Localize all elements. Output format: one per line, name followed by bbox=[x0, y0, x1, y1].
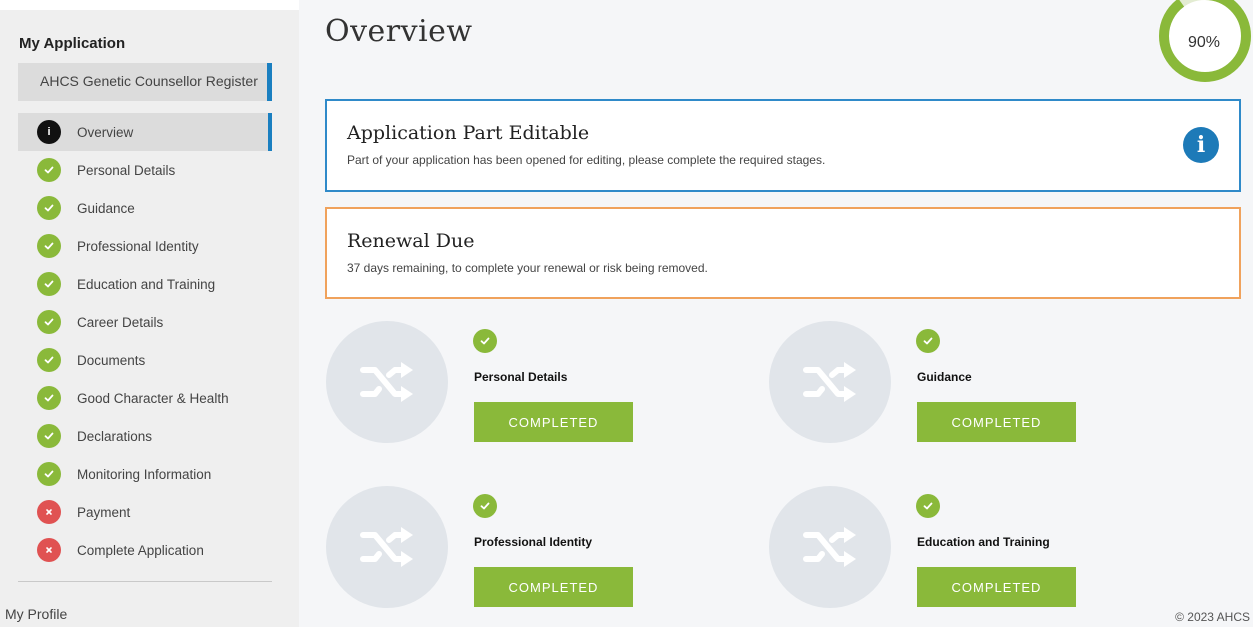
check-icon bbox=[37, 158, 61, 182]
page-title: Overview bbox=[325, 14, 473, 49]
info-icon: i bbox=[1183, 127, 1219, 163]
check-icon bbox=[37, 348, 61, 372]
sidebar-item-payment[interactable]: Payment bbox=[18, 493, 272, 531]
my-profile-link[interactable]: My Profile bbox=[5, 606, 67, 622]
sidebar-item-label: Documents bbox=[77, 352, 146, 368]
shuffle-icon bbox=[326, 321, 448, 443]
stage-name: Education and Training bbox=[917, 535, 1050, 549]
sidebar-item-label: Payment bbox=[77, 504, 131, 520]
sidebar-item-good-character-health[interactable]: Good Character & Health bbox=[18, 379, 272, 417]
sidebar-item-label: Good Character & Health bbox=[77, 390, 229, 406]
register-selector[interactable]: AHCS Genetic Counsellor Register bbox=[18, 63, 272, 101]
completed-button[interactable]: COMPLETED bbox=[474, 402, 633, 442]
alert-title: Renewal Due bbox=[347, 230, 475, 252]
sidebar-item-overview[interactable]: i Overview bbox=[18, 113, 272, 151]
sidebar-item-education-and-training[interactable]: Education and Training bbox=[18, 265, 272, 303]
check-icon bbox=[37, 196, 61, 220]
shuffle-icon bbox=[326, 486, 448, 608]
check-icon bbox=[37, 424, 61, 448]
sidebar-item-professional-identity[interactable]: Professional Identity bbox=[18, 227, 272, 265]
stage-name: Professional Identity bbox=[474, 535, 593, 549]
sidebar-item-guidance[interactable]: Guidance bbox=[18, 189, 272, 227]
progress-ring: 90% bbox=[1157, 0, 1253, 84]
alert-body: 37 days remaining, to complete your rene… bbox=[347, 261, 708, 275]
sidebar-item-label: Career Details bbox=[77, 314, 164, 330]
stage-name: Personal Details bbox=[474, 370, 568, 384]
cross-icon bbox=[37, 500, 61, 524]
check-icon bbox=[37, 272, 61, 296]
sidebar-item-label: Education and Training bbox=[77, 276, 216, 292]
sidebar-item-declarations[interactable]: Declarations bbox=[18, 417, 272, 455]
sidebar-item-complete-application[interactable]: Complete Application bbox=[18, 531, 272, 569]
stage-card-professional-identity: Professional Identity COMPLETED bbox=[326, 486, 726, 616]
check-icon bbox=[916, 329, 940, 353]
sidebar-item-label: Overview bbox=[77, 124, 134, 140]
alert-renewal-due: Renewal Due 37 days remaining, to comple… bbox=[325, 207, 1241, 299]
completed-button[interactable]: COMPLETED bbox=[917, 567, 1076, 607]
stage-name: Guidance bbox=[917, 370, 972, 384]
cross-icon bbox=[37, 538, 61, 562]
alert-title: Application Part Editable bbox=[347, 122, 590, 144]
sidebar-divider bbox=[18, 581, 272, 582]
sidebar-item-personal-details[interactable]: Personal Details bbox=[18, 151, 272, 189]
completed-button[interactable]: COMPLETED bbox=[917, 402, 1076, 442]
check-icon bbox=[916, 494, 940, 518]
check-icon bbox=[473, 329, 497, 353]
shuffle-icon bbox=[769, 486, 891, 608]
check-icon bbox=[37, 234, 61, 258]
check-icon bbox=[473, 494, 497, 518]
check-icon bbox=[37, 310, 61, 334]
stage-card-guidance: Guidance COMPLETED bbox=[769, 321, 1169, 451]
sidebar: My Application AHCS Genetic Counsellor R… bbox=[0, 10, 299, 627]
check-icon bbox=[37, 462, 61, 486]
progress-percent: 90% bbox=[1188, 34, 1221, 51]
alert-body: Part of your application has been opened… bbox=[347, 153, 826, 167]
sidebar-item-label: Professional Identity bbox=[77, 238, 199, 254]
sidebar-item-label: Complete Application bbox=[77, 542, 204, 558]
info-icon: i bbox=[37, 120, 61, 144]
application-nav: i Overview Personal Details Guidance Pro… bbox=[18, 113, 272, 569]
sidebar-item-monitoring-information[interactable]: Monitoring Information bbox=[18, 455, 272, 493]
sidebar-item-label: Guidance bbox=[77, 200, 135, 216]
sidebar-title: My Application bbox=[19, 35, 126, 52]
sidebar-item-label: Personal Details bbox=[77, 162, 176, 178]
stage-card-personal-details: Personal Details COMPLETED bbox=[326, 321, 726, 451]
sidebar-item-label: Declarations bbox=[77, 428, 153, 444]
sidebar-item-label: Monitoring Information bbox=[77, 466, 212, 482]
footer-copyright: © 2023 AHCS bbox=[1175, 610, 1250, 624]
completed-button[interactable]: COMPLETED bbox=[474, 567, 633, 607]
main-content: Overview 90% Application Part Editable P… bbox=[299, 0, 1253, 627]
alert-application-editable: Application Part Editable Part of your a… bbox=[325, 99, 1241, 192]
check-icon bbox=[37, 386, 61, 410]
sidebar-item-career-details[interactable]: Career Details bbox=[18, 303, 272, 341]
shuffle-icon bbox=[769, 321, 891, 443]
sidebar-item-documents[interactable]: Documents bbox=[18, 341, 272, 379]
stage-card-education-and-training: Education and Training COMPLETED bbox=[769, 486, 1169, 616]
